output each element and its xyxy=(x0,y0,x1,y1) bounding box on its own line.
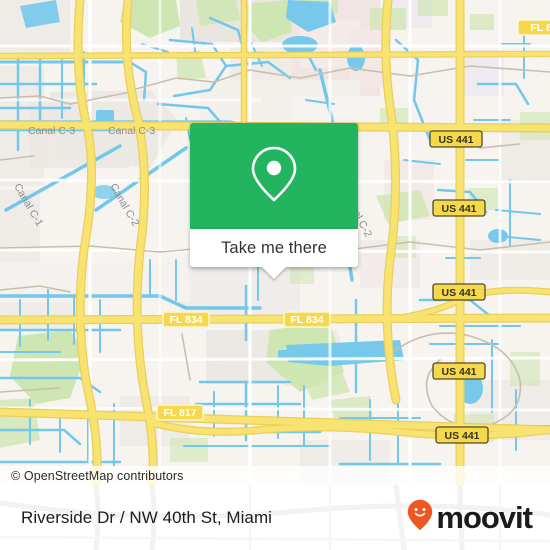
svg-text:Canal C-3: Canal C-3 xyxy=(108,125,155,137)
map-location-popup[interactable]: Take me there xyxy=(190,123,358,279)
road-shield-us441-1: US 441 xyxy=(429,130,483,148)
road-shield-fl834-west: FL 834 xyxy=(162,311,210,328)
svg-text:FL 834: FL 834 xyxy=(169,314,202,326)
svg-text:FL 834: FL 834 xyxy=(290,314,323,326)
moovit-logo: moovit xyxy=(407,499,533,536)
osm-attribution-bar: © OpenStreetMap contributors xyxy=(0,466,550,485)
moovit-station-map-screenshot: Canal C-3 Canal C-3 Canal C-1 Canal C-2 … xyxy=(0,0,550,550)
map-pin-icon xyxy=(250,145,298,208)
moovit-pin-smile-icon xyxy=(407,499,433,536)
svg-text:US 441: US 441 xyxy=(441,203,476,215)
road-shield-fl817: FL 817 xyxy=(156,404,204,421)
svg-text:US 441: US 441 xyxy=(441,287,476,299)
take-me-there-label: Take me there xyxy=(221,238,327,257)
road-shield-us441-4: US 441 xyxy=(432,362,486,380)
svg-text:US 441: US 441 xyxy=(438,134,473,146)
svg-text:Canal C-3: Canal C-3 xyxy=(28,125,75,137)
road-shield-fl8-partial: FL 8 xyxy=(517,19,550,36)
road-shield-us441-2: US 441 xyxy=(432,199,486,217)
popup-pointer-tail xyxy=(262,267,286,279)
popup-image-panel xyxy=(190,123,358,229)
road-shield-us441-5: US 441 xyxy=(435,426,489,444)
road-shield-fl834-east: FL 834 xyxy=(283,311,331,328)
svg-text:US 441: US 441 xyxy=(441,366,476,378)
svg-text:FL 817: FL 817 xyxy=(163,407,196,419)
moovit-wordmark: moovit xyxy=(436,500,533,535)
osm-attribution-text: © OpenStreetMap contributors xyxy=(11,468,184,483)
popup-action-panel[interactable]: Take me there xyxy=(190,229,358,279)
road-shield-us441-3: US 441 xyxy=(432,283,486,301)
bottom-info-bar: Riverside Dr / NW 40th St, Miami moovit xyxy=(0,485,550,550)
station-title: Riverside Dr / NW 40th St, Miami xyxy=(21,507,272,527)
svg-text:US 441: US 441 xyxy=(444,430,479,442)
svg-text:FL 8: FL 8 xyxy=(530,22,550,34)
